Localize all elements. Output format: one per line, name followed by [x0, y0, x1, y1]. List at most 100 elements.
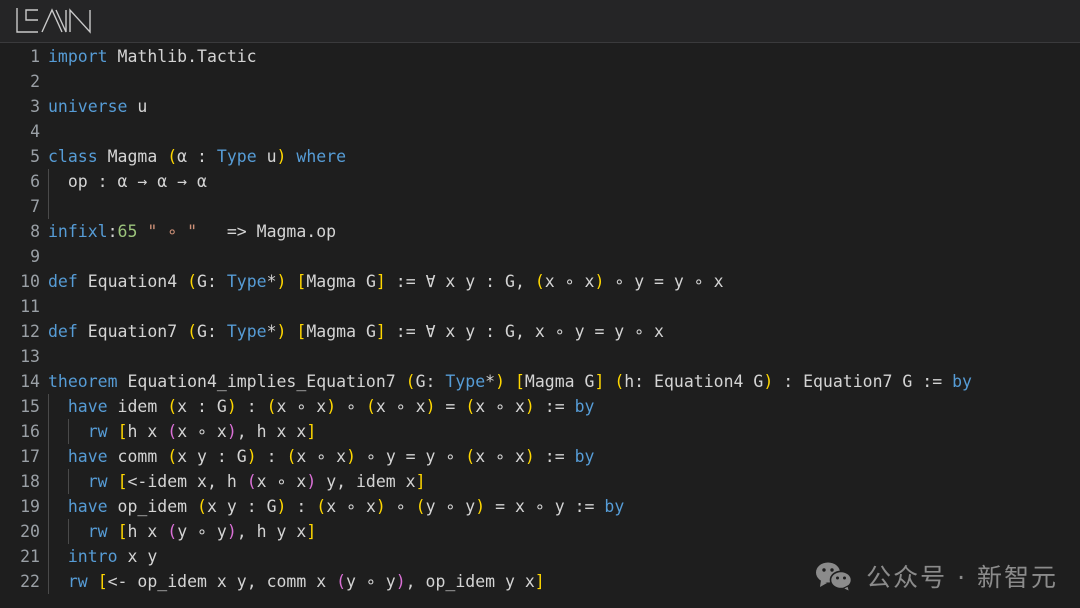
token-y: ( — [286, 447, 296, 466]
code-line[interactable]: 17 have comm (x y : G) : (x ∘ x) ∘ y = y… — [0, 444, 1080, 469]
token-id: x y — [118, 547, 158, 566]
line-number: 6 — [0, 169, 40, 194]
token-y: ) — [426, 397, 436, 416]
line-number: 18 — [0, 469, 40, 494]
line-number: 4 — [0, 119, 40, 144]
token-kw: by — [575, 397, 595, 416]
token-id: ∘ — [386, 497, 416, 516]
watermark: 公众号 · 新智元 — [814, 558, 1058, 594]
code-line[interactable]: 6 op : α → α → α — [0, 169, 1080, 194]
token-id: op_idem — [108, 497, 197, 516]
line-text[interactable]: def Equation7 (G: Type*) [Magma G] := ∀ … — [40, 319, 664, 344]
code-line[interactable]: 11 — [0, 294, 1080, 319]
token-kw: Type — [217, 147, 257, 166]
code-line[interactable]: 8infixl:65 " ∘ " => Magma.op — [0, 219, 1080, 244]
token-y: [ — [118, 472, 128, 491]
token-id: comm — [108, 447, 168, 466]
token-kw: by — [604, 497, 624, 516]
token-id: ∘ y = y ∘ x — [604, 272, 723, 291]
code-line[interactable]: 1import Mathlib.Tactic — [0, 44, 1080, 69]
token-id: := — [535, 397, 575, 416]
token-y: ] — [594, 372, 604, 391]
line-text[interactable]: have idem (x : G) : (x ∘ x) ∘ (x ∘ x) = … — [40, 394, 594, 419]
line-text[interactable]: rw [h x (y ∘ y), h y x] — [40, 519, 316, 544]
line-number: 20 — [0, 519, 40, 544]
line-text[interactable]: have comm (x y : G) : (x ∘ x) ∘ y = y ∘ … — [40, 444, 594, 469]
code-content[interactable]: 1import Mathlib.Tactic23universe u45clas… — [0, 44, 1080, 594]
line-text[interactable]: infixl:65 " ∘ " => Magma.op — [40, 219, 336, 244]
token-kw: rw — [88, 472, 108, 491]
line-text[interactable]: def Equation4 (G: Type*) [Magma G] := ∀ … — [40, 269, 724, 294]
token-id: : — [237, 397, 267, 416]
token-y: ) — [277, 147, 287, 166]
code-line[interactable]: 16 rw [h x (x ∘ x), h x x] — [0, 419, 1080, 444]
code-line[interactable]: 19 have op_idem (x y : G) : (x ∘ x) ∘ (y… — [0, 494, 1080, 519]
token-m: ( — [167, 522, 177, 541]
code-line[interactable]: 18 rw [<-idem x, h (x ∘ x) y, idem x] — [0, 469, 1080, 494]
code-line[interactable]: 14theorem Equation4_implies_Equation7 (G… — [0, 369, 1080, 394]
token-id: , op_idem y x — [406, 572, 535, 591]
token-id: G: — [416, 372, 446, 391]
line-number: 10 — [0, 269, 40, 294]
code-line[interactable]: 9 — [0, 244, 1080, 269]
line-text[interactable]: op : α → α → α — [40, 169, 207, 194]
token-m: ) — [306, 472, 316, 491]
token-id — [108, 422, 118, 441]
token-id: <-idem x, h — [128, 472, 247, 491]
code-line[interactable]: 13 — [0, 344, 1080, 369]
token-y: ] — [535, 572, 545, 591]
token-id — [48, 472, 88, 491]
token-kw: Type — [445, 372, 485, 391]
token-id — [48, 547, 68, 566]
token-kw: have — [68, 447, 108, 466]
token-m: ) — [227, 522, 237, 541]
code-line[interactable]: 4 — [0, 119, 1080, 144]
token-id — [286, 272, 296, 291]
line-text[interactable]: universe u — [40, 94, 147, 119]
token-id — [48, 572, 68, 591]
token-kw: where — [296, 147, 346, 166]
token-y: [ — [118, 522, 128, 541]
token-kw: universe — [48, 97, 127, 116]
token-id: u — [127, 97, 147, 116]
code-line[interactable]: 2 — [0, 69, 1080, 94]
token-id: G: — [197, 272, 227, 291]
token-kw: infixl — [48, 222, 108, 241]
line-text[interactable]: theorem Equation4_implies_Equation7 (G: … — [40, 369, 972, 394]
lean-logo — [12, 4, 98, 38]
token-id: Equation4 — [78, 272, 187, 291]
line-text[interactable]: have op_idem (x y : G) : (x ∘ x) ∘ (y ∘ … — [40, 494, 624, 519]
line-number: 3 — [0, 94, 40, 119]
line-text[interactable]: rw [h x (x ∘ x), h x x] — [40, 419, 316, 444]
token-id: * — [485, 372, 495, 391]
line-text[interactable]: import Mathlib.Tactic — [40, 44, 257, 69]
token-y: [ — [515, 372, 525, 391]
code-line[interactable]: 20 rw [h x (y ∘ y), h y x] — [0, 519, 1080, 544]
token-y: ( — [187, 322, 197, 341]
token-y: ) — [763, 372, 773, 391]
line-number: 21 — [0, 544, 40, 569]
token-id — [48, 522, 88, 541]
token-y: ] — [376, 272, 386, 291]
token-id: x ∘ x — [376, 397, 426, 416]
code-editor[interactable]: 1import Mathlib.Tactic23universe u45clas… — [0, 44, 1080, 608]
token-id: α : — [177, 147, 217, 166]
token-id: <- op_idem x y, comm x — [108, 572, 336, 591]
code-line[interactable]: 15 have idem (x : G) : (x ∘ x) ∘ (x ∘ x)… — [0, 394, 1080, 419]
code-line[interactable]: 5class Magma (α : Type u) where — [0, 144, 1080, 169]
token-id: x ∘ x — [475, 447, 525, 466]
token-m: ) — [396, 572, 406, 591]
code-line[interactable]: 10def Equation4 (G: Type*) [Magma G] := … — [0, 269, 1080, 294]
token-id: , h x x — [237, 422, 307, 441]
code-line[interactable]: 12def Equation7 (G: Type*) [Magma G] := … — [0, 319, 1080, 344]
line-number: 17 — [0, 444, 40, 469]
line-text[interactable]: class Magma (α : Type u) where — [40, 144, 346, 169]
line-text[interactable]: rw [<-idem x, h (x ∘ x) y, idem x] — [40, 469, 426, 494]
token-id: Mathlib.Tactic — [108, 47, 257, 66]
code-line[interactable]: 7 — [0, 194, 1080, 219]
line-text[interactable]: intro x y — [40, 544, 157, 569]
line-text[interactable]: rw [<- op_idem x y, comm x (y ∘ y), op_i… — [40, 569, 545, 594]
token-y: ) — [346, 447, 356, 466]
token-y: ) — [326, 397, 336, 416]
code-line[interactable]: 3universe u — [0, 94, 1080, 119]
